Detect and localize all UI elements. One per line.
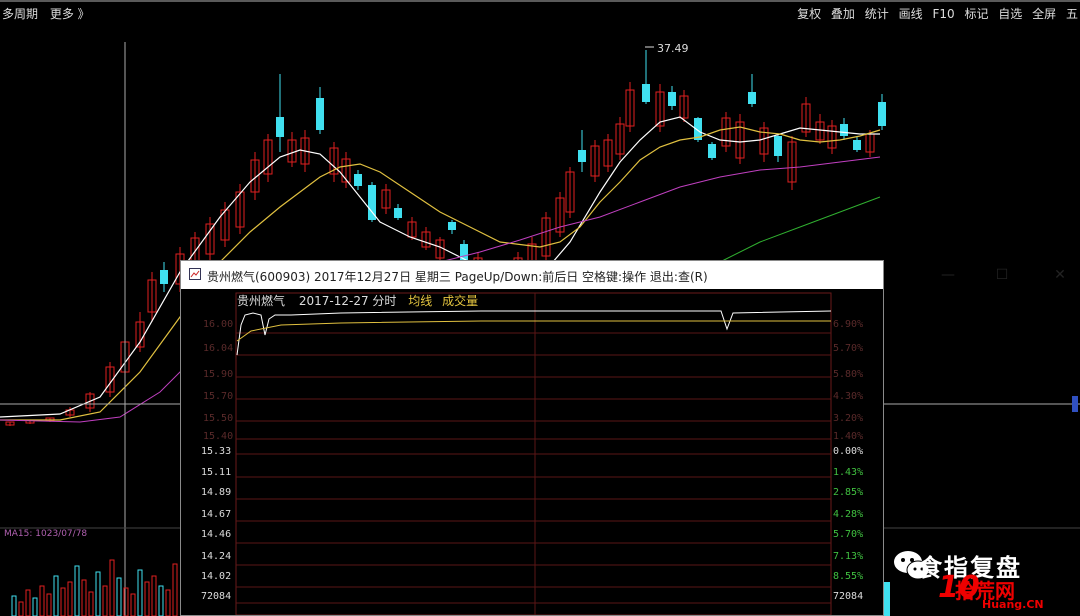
candle-body [708, 144, 716, 158]
watermark-url: Huang.CN [982, 598, 1044, 611]
restore-rights-button[interactable]: 复权 [797, 7, 821, 21]
volume-bar [67, 581, 73, 616]
dim-price-label: 15.90 [203, 369, 234, 380]
candle-body [840, 124, 848, 136]
price-axis-label: 14.24 [201, 551, 232, 562]
top-toolbar: 多周期 更多 》 复权 叠加 统计 画线 F10 标记 自选 全屏 五 [0, 0, 1080, 22]
intraday-chart [235, 292, 832, 615]
dim-price-label: 15.50 [203, 413, 234, 424]
dim-percent-label: 5.80% [833, 369, 864, 380]
volume-bar [144, 581, 150, 616]
percent-axis-label: 1.43% [833, 467, 864, 478]
popup-titlebar[interactable]: 贵州燃气(600903) 2017年12月27日 星期三 PageUp/Down… [181, 261, 1066, 289]
dim-percent-label: 6.90% [833, 319, 864, 330]
candle-body [354, 174, 362, 186]
volume-bar [137, 569, 143, 616]
maximize-button[interactable]: ☐ [987, 265, 1017, 285]
volume-bar [172, 563, 178, 616]
percent-axis-label: 4.28% [833, 509, 864, 520]
percent-axis-label: 5.70% [833, 529, 864, 540]
five-button[interactable]: 五 [1066, 7, 1078, 21]
dim-price-label: 16.04 [203, 343, 234, 354]
percent-axis-label: 7.13% [833, 551, 864, 562]
indicator-label: MA15: 1023/07/78 [4, 529, 87, 539]
volume-bar [88, 591, 94, 616]
price-axis-label: 72084 [201, 591, 232, 602]
f10-button[interactable]: F10 [932, 7, 954, 21]
candle-body [642, 84, 650, 102]
dim-percent-label: 3.20% [833, 413, 864, 424]
statistics-button[interactable]: 统计 [865, 7, 889, 21]
volume-bar [158, 585, 164, 616]
toolbar-left: 多周期 更多 》 [2, 5, 98, 22]
percent-axis-label: 8.55% [833, 571, 864, 582]
max-price-label: 37.49 [657, 42, 689, 55]
candle-body [748, 92, 756, 104]
dim-percent-label: 1.40% [833, 431, 864, 442]
candle-body [578, 150, 586, 162]
draw-line-button[interactable]: 画线 [899, 7, 923, 21]
volume-bar [46, 593, 52, 616]
volume-bar [11, 595, 17, 616]
volume-bar [18, 601, 24, 616]
volume-bar [116, 577, 122, 616]
price-axis-label: 15.11 [201, 467, 232, 478]
dim-price-label: 15.70 [203, 391, 234, 402]
watchlist-button[interactable]: 自选 [998, 7, 1022, 21]
candle-body [853, 140, 861, 150]
volume-bar [32, 597, 38, 616]
app-icon [189, 268, 201, 280]
volume-bar [151, 575, 157, 616]
toolbar-right: 复权 叠加 统计 画线 F10 标记 自选 全屏 五 [791, 5, 1078, 22]
volume-bar [53, 575, 59, 616]
volume-bar [130, 593, 136, 616]
price-axis-label: 15.33 [201, 446, 232, 457]
candle-body [160, 270, 168, 284]
multi-period-button[interactable]: 多周期 [2, 7, 38, 21]
percent-axis-label: 2.85% [833, 487, 864, 498]
dim-price-label: 15.40 [203, 431, 234, 442]
candle-body [316, 98, 324, 130]
avg-price-line [236, 320, 831, 342]
price-axis-label: 14.46 [201, 529, 232, 540]
more-button[interactable]: 更多 》 [50, 7, 90, 21]
mark-button[interactable]: 标记 [964, 7, 988, 21]
volume-bar [74, 565, 80, 616]
candle-body [394, 208, 402, 218]
candle-body [878, 102, 886, 126]
close-button[interactable]: ✕ [1045, 265, 1075, 285]
dim-percent-label: 4.30% [833, 391, 864, 402]
intraday-popup-window[interactable]: 贵州燃气(600903) 2017年12月27日 星期三 PageUp/Down… [180, 260, 1066, 616]
percent-axis-label: 0.00% [833, 446, 864, 457]
candle-body [276, 117, 284, 137]
minimize-button[interactable]: — [933, 265, 963, 285]
fullscreen-button[interactable]: 全屏 [1032, 7, 1056, 21]
candle-body [774, 136, 782, 156]
volume-bar [39, 585, 45, 616]
volume-bar [102, 585, 108, 616]
popup-title: 贵州燃气(600903) 2017年12月27日 星期三 PageUp/Down… [207, 270, 708, 284]
percent-axis-label: 72084 [833, 591, 864, 602]
dim-price-label: 16.00 [203, 319, 234, 330]
price-axis-label: 14.89 [201, 487, 232, 498]
volume-bar [81, 579, 87, 616]
overlay-button[interactable]: 叠加 [831, 7, 855, 21]
candle-body [668, 92, 676, 106]
right-marker [1072, 396, 1078, 412]
volume-bar [25, 589, 31, 616]
price-axis-label: 14.02 [201, 571, 232, 582]
volume-bar [165, 589, 171, 616]
candle-body [448, 222, 456, 230]
volume-bar [60, 587, 66, 616]
price-axis-label: 14.67 [201, 509, 232, 520]
volume-bar [109, 559, 115, 616]
volume-bar [95, 571, 101, 616]
dim-percent-label: 5.70% [833, 343, 864, 354]
